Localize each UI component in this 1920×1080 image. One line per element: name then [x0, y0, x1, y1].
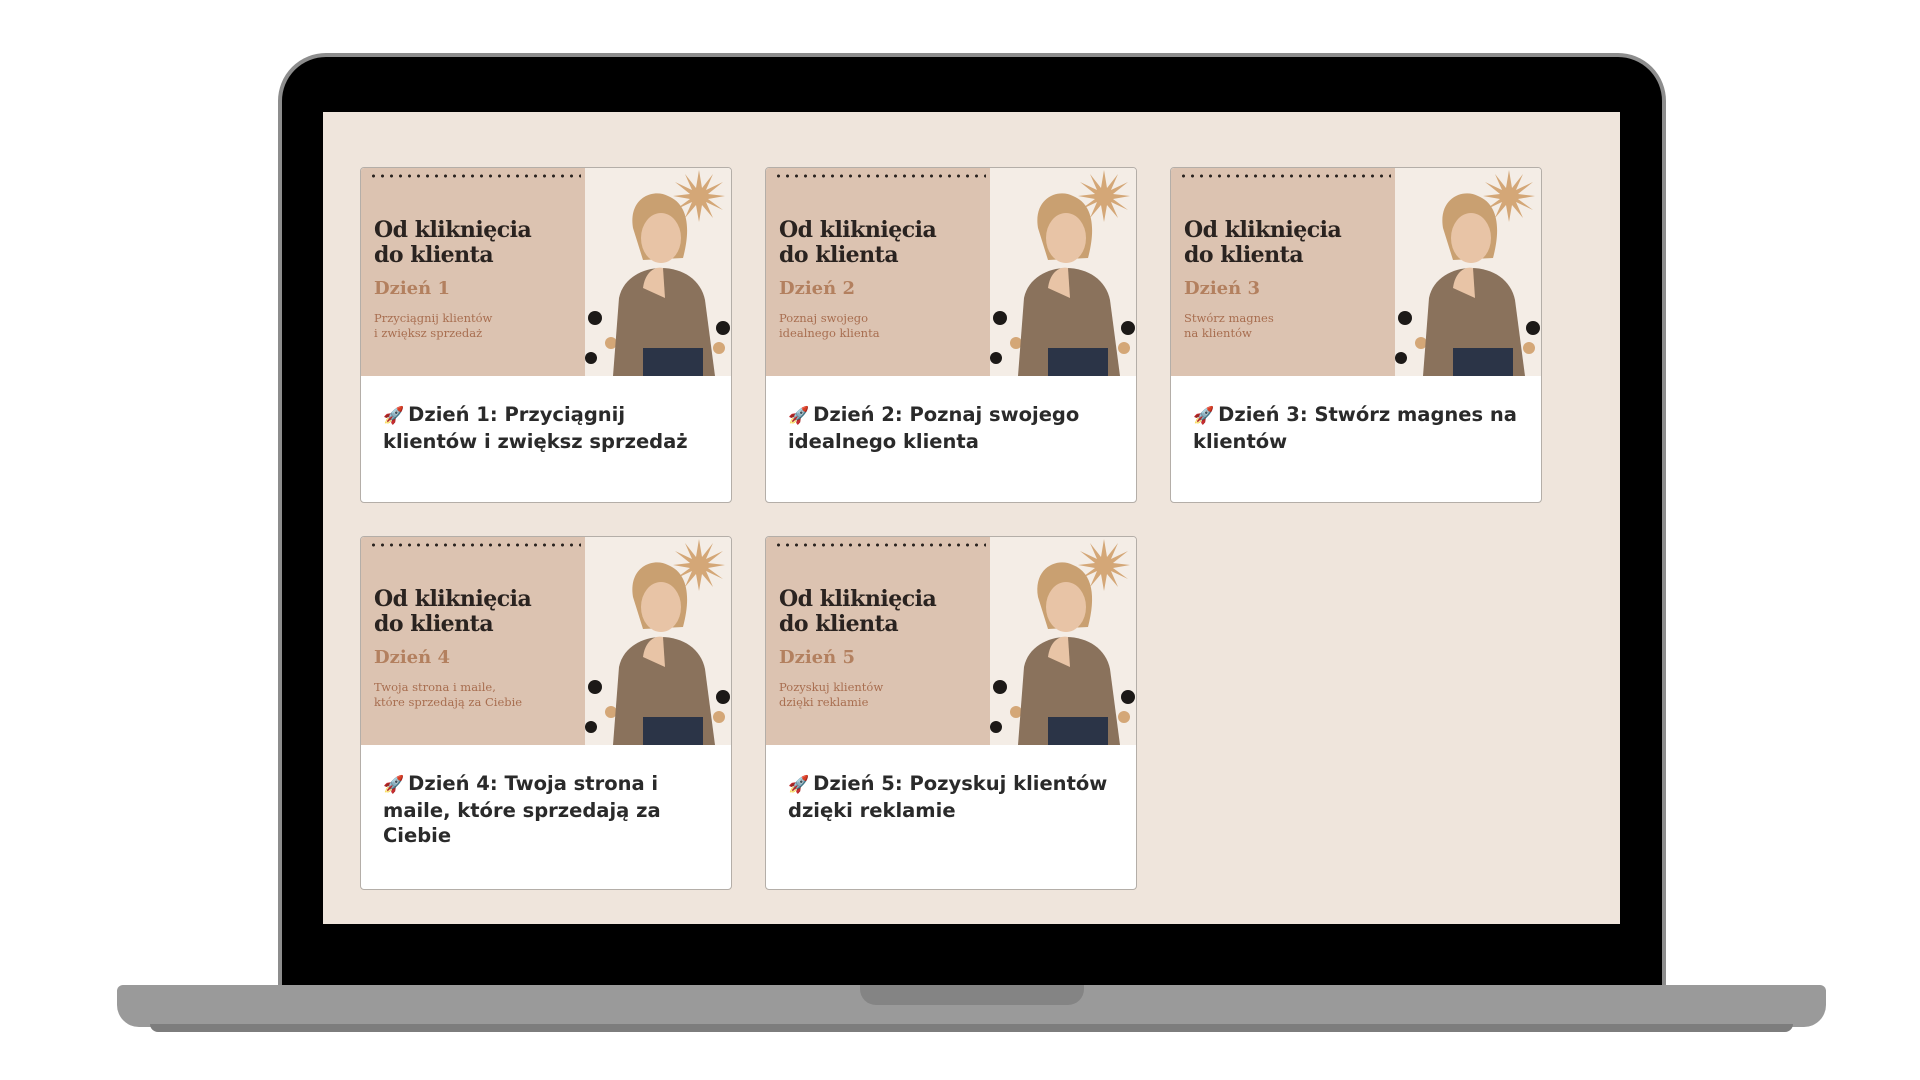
- course-title[interactable]: 🚀 Dzień 5: Pozyskuj klientów dzięki rekla…: [788, 771, 1114, 823]
- course-thumbnail: Od kliknięcia do klienta Dzień 1 Przycią…: [361, 168, 731, 376]
- thumbnail-day-label: Dzień 2: [779, 278, 855, 299]
- thumbnail-subtitle: Pozyskuj klientów dzięki reklamie: [779, 680, 884, 709]
- thumbnail-subtitle: Poznaj swojego idealnego klienta: [779, 311, 880, 340]
- thumbnail-title-line-1: Od kliknięcia: [779, 217, 937, 243]
- course-card-body: 🚀 Dzień 5: Pozyskuj klientów dzięki rekla…: [766, 745, 1136, 823]
- rocket-icon: 🚀: [383, 775, 405, 795]
- course-card-body: 🚀 Dzień 1: Przyciągnij klientów i zwiększ…: [361, 376, 731, 454]
- thumbnail-subtitle: Przyciągnij klientów i zwiększ sprzedaż: [374, 311, 493, 340]
- course-title[interactable]: 🚀 Dzień 1: Przyciągnij klientów i zwiększ…: [383, 402, 709, 454]
- dotted-border: [774, 174, 986, 178]
- dotted-border: [774, 543, 986, 547]
- course-card-body: 🚀 Dzień 4: Twoja strona i maile, które sp…: [361, 745, 731, 848]
- portrait-image: [990, 562, 1135, 745]
- course-title-text: Dzień 2: Poznaj swojego idealnego klient…: [788, 403, 1080, 453]
- thumbnail-day-label: Dzień 5: [779, 647, 855, 668]
- laptop-mockup: Od kliknięcia do klienta Dzień 1 Przycią…: [0, 0, 1920, 1080]
- portrait-image: [585, 562, 730, 745]
- laptop-notch: [860, 985, 1084, 1005]
- thumbnail-day-label: Dzień 1: [374, 278, 450, 299]
- dotted-border: [1179, 174, 1391, 178]
- course-card-day-3[interactable]: Od kliknięcia do klienta Dzień 3 Stwórz …: [1170, 167, 1542, 503]
- thumbnail-subtitle: Stwórz magnes na klientów: [1184, 311, 1274, 340]
- course-card-day-1[interactable]: Od kliknięcia do klienta Dzień 1 Przycią…: [360, 167, 732, 503]
- laptop-screen: Od kliknięcia do klienta Dzień 1 Przycią…: [323, 112, 1620, 924]
- course-thumbnail: Od kliknięcia do klienta Dzień 2 Poznaj …: [766, 168, 1136, 376]
- thumbnail-title: Od kliknięcia do klienta: [374, 586, 532, 637]
- thumbnail-subtitle: Twoja strona i maile, które sprzedają za…: [374, 680, 523, 709]
- thumbnail-panel: Od kliknięcia do klienta Dzień 1 Przycią…: [361, 168, 585, 376]
- course-card-day-5[interactable]: Od kliknięcia do klienta Dzień 5 Pozysku…: [765, 536, 1137, 890]
- thumbnail-title-line-1: Od kliknięcia: [1184, 217, 1342, 243]
- laptop-base-edge: [150, 1024, 1793, 1032]
- course-card-body: 🚀 Dzień 2: Poznaj swojego idealnego klien…: [766, 376, 1136, 454]
- course-card-body: 🚀 Dzień 3: Stwórz magnes na klientów: [1171, 376, 1541, 454]
- portrait-image: [990, 193, 1135, 376]
- course-title-text: Dzień 5: Pozyskuj klientów dzięki reklam…: [788, 772, 1108, 822]
- course-thumbnail: Od kliknięcia do klienta Dzień 5 Pozysku…: [766, 537, 1136, 745]
- course-title-text: Dzień 1: Przyciągnij klientów i zwiększ …: [383, 403, 688, 453]
- thumbnail-title: Od kliknięcia do klienta: [779, 217, 937, 268]
- course-card-day-2[interactable]: Od kliknięcia do klienta Dzień 2 Poznaj …: [765, 167, 1137, 503]
- rocket-icon: 🚀: [788, 775, 810, 795]
- course-thumbnail: Od kliknięcia do klienta Dzień 3 Stwórz …: [1171, 168, 1541, 376]
- thumbnail-title-line-2: do klienta: [1184, 242, 1304, 268]
- course-title-text: Dzień 3: Stwórz magnes na klientów: [1193, 403, 1517, 453]
- course-title[interactable]: 🚀 Dzień 2: Poznaj swojego idealnego klien…: [788, 402, 1114, 454]
- course-title[interactable]: 🚀 Dzień 4: Twoja strona i maile, które sp…: [383, 771, 709, 848]
- thumbnail-panel: Od kliknięcia do klienta Dzień 4 Twoja s…: [361, 537, 585, 745]
- thumbnail-title-line-2: do klienta: [779, 611, 899, 637]
- rocket-icon: 🚀: [788, 406, 810, 426]
- rocket-icon: 🚀: [383, 406, 405, 426]
- thumbnail-panel: Od kliknięcia do klienta Dzień 5 Pozysku…: [766, 537, 990, 745]
- dotted-border: [369, 174, 581, 178]
- course-grid: Od kliknięcia do klienta Dzień 1 Przycią…: [360, 167, 1560, 890]
- thumbnail-title: Od kliknięcia do klienta: [779, 586, 937, 637]
- rocket-icon: 🚀: [1193, 406, 1215, 426]
- course-thumbnail: Od kliknięcia do klienta Dzień 4 Twoja s…: [361, 537, 731, 745]
- course-title[interactable]: 🚀 Dzień 3: Stwórz magnes na klientów: [1193, 402, 1519, 454]
- thumbnail-panel: Od kliknięcia do klienta Dzień 2 Poznaj …: [766, 168, 990, 376]
- course-card-day-4[interactable]: Od kliknięcia do klienta Dzień 4 Twoja s…: [360, 536, 732, 890]
- thumbnail-title-line-1: Od kliknięcia: [374, 217, 532, 243]
- portrait-image: [1395, 193, 1540, 376]
- thumbnail-title: Od kliknięcia do klienta: [374, 217, 532, 268]
- thumbnail-title-line-1: Od kliknięcia: [374, 586, 532, 612]
- thumbnail-panel: Od kliknięcia do klienta Dzień 3 Stwórz …: [1171, 168, 1395, 376]
- course-title-text: Dzień 4: Twoja strona i maile, które spr…: [383, 772, 661, 847]
- thumbnail-title-line-2: do klienta: [779, 242, 899, 268]
- thumbnail-day-label: Dzień 4: [374, 647, 450, 668]
- thumbnail-title-line-2: do klienta: [374, 242, 494, 268]
- portrait-image: [585, 193, 730, 376]
- thumbnail-title-line-2: do klienta: [374, 611, 494, 637]
- thumbnail-title-line-1: Od kliknięcia: [779, 586, 937, 612]
- thumbnail-title: Od kliknięcia do klienta: [1184, 217, 1342, 268]
- thumbnail-day-label: Dzień 3: [1184, 278, 1260, 299]
- dotted-border: [369, 543, 581, 547]
